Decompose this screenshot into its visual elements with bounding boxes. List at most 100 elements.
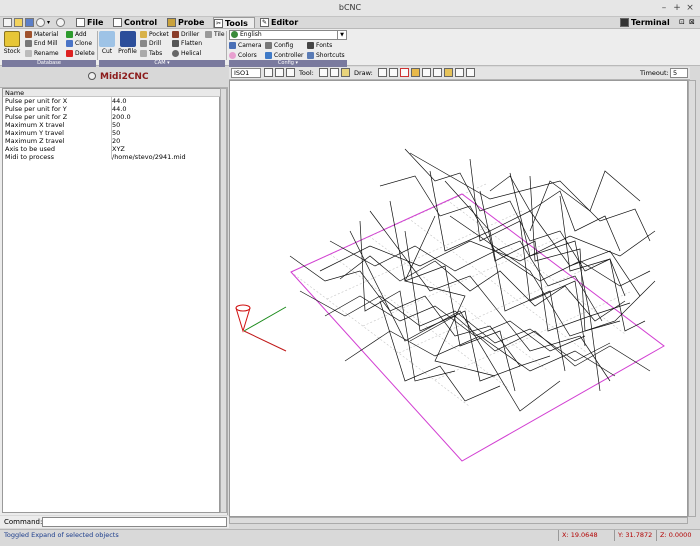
flatten-icon [172,40,179,47]
draw-grid-icon[interactable] [389,68,398,77]
canvas-vertical-scrollbar[interactable] [688,80,696,517]
ruler-icon[interactable] [341,68,350,77]
tab-control[interactable]: Control [113,17,157,28]
control-icon [113,18,122,27]
ribbon: Stock Material End Mill Rename Add Clone… [0,28,700,67]
command-input[interactable] [42,517,227,527]
tab-file[interactable]: File [76,17,103,28]
select-cursor-icon[interactable] [319,68,328,77]
draw-paths-icon[interactable] [444,68,453,77]
table-row[interactable]: Pulse per unit for Y 44.0 [3,105,221,113]
zoom-out-icon[interactable] [275,68,284,77]
tabs-icon [140,50,147,57]
table-row[interactable]: Axis to be used XYZ [3,145,221,153]
colors-icon [229,52,236,59]
close-pane-icon[interactable]: ⊠ [689,18,698,27]
camera-icon [229,42,236,49]
config-icon [265,42,272,49]
pan-icon[interactable] [330,68,339,77]
delete-button[interactable]: Delete [66,49,95,58]
z-coordinate: Z: 0.0000 [656,530,700,541]
zoom-in-icon[interactable] [264,68,273,77]
terminal-button[interactable]: Terminal [620,17,670,28]
terminal-icon [620,18,629,27]
cut-icon [99,31,115,47]
controller-button[interactable]: Controller [265,51,304,60]
flatten-button[interactable]: Flatten [172,39,202,48]
helical-icon [172,50,179,57]
config-button[interactable]: Config [265,41,293,50]
stock-icon [4,31,20,47]
ribbon-separator [226,31,227,60]
redo-icon[interactable] [56,18,65,27]
material-button[interactable]: Material [25,30,58,39]
add-button[interactable]: Add [66,30,87,39]
toolpath-lines [289,148,656,412]
close-icon[interactable]: × [684,2,696,14]
table-row[interactable]: Pulse per unit for Z 200.0 [3,113,221,121]
table-row[interactable]: Maximum Y travel 50 [3,129,221,137]
table-row[interactable]: Midi to process/home/stevo/2941.mid [3,153,221,161]
draw-probe-icon[interactable] [411,68,420,77]
canvas-horizontal-scrollbar[interactable] [229,517,688,524]
draw-margin-icon[interactable] [400,68,409,77]
draw-workarea-icon[interactable] [422,68,431,77]
cut-button[interactable]: Cut [99,31,115,55]
driller-button[interactable]: Driller [172,30,199,39]
endmill-button[interactable]: End Mill [25,39,58,48]
clone-button[interactable]: Clone [66,39,92,48]
open-file-icon[interactable] [14,18,23,27]
draw-image-icon[interactable] [466,68,475,77]
ribbon-separator [97,31,98,60]
view-select[interactable]: ISO1 [231,68,261,78]
undo-dropdown-icon[interactable]: ▾ [47,18,56,27]
tabs-button[interactable]: Tabs [140,49,162,58]
helical-button[interactable]: Helical [172,49,201,58]
colors-button[interactable]: Colors [229,51,257,60]
draw-rapid-icon[interactable] [433,68,442,77]
drill-button[interactable]: Drill [140,39,161,48]
probe-icon [167,18,176,27]
shortcuts-icon [307,52,314,59]
menu-bar: ▾ File Control Probe ✂ Tools ✎ Editor Term… [0,17,700,28]
maximize-icon[interactable]: + [671,2,683,14]
timeout-input[interactable]: 5 [670,68,688,78]
table-row[interactable]: Maximum Z travel 20 [3,137,221,145]
draw-axes-icon[interactable] [378,68,387,77]
save-icon[interactable] [25,18,34,27]
tile-icon [205,31,212,38]
profile-icon [119,31,136,47]
table-header: Name [3,89,221,97]
maximize-pane-icon[interactable]: ⊡ [679,18,688,27]
new-file-icon[interactable] [3,18,12,27]
file-icon [76,18,85,27]
fonts-button[interactable]: Fonts [307,41,332,50]
rename-button[interactable]: Rename [25,49,59,58]
tab-tools[interactable]: ✂ Tools [213,17,255,28]
minimize-icon[interactable]: – [658,2,670,14]
command-label: Command: [4,518,43,526]
profile-button[interactable]: Profile [117,31,138,55]
tab-probe[interactable]: Probe [167,17,204,28]
table-row[interactable]: Pulse per unit for X 44.0 [3,97,221,105]
undo-icon[interactable] [36,18,45,27]
x-coordinate: X: 19.0648 [558,530,614,541]
table-row[interactable]: Maximum X travel 50 [3,121,221,129]
camera-button[interactable]: Camera [229,41,262,50]
language-select[interactable]: English ▼ [229,30,347,40]
panel-title: Midi2CNC [100,72,149,82]
tool-panel: Midi2CNC Name Pulse per unit for X 44.0 P… [0,67,228,515]
panel-scrollbar[interactable] [220,88,227,513]
tool-label: Tool: [299,69,314,77]
draw-camera-icon[interactable] [455,68,464,77]
timeout-label: Timeout: [640,69,669,77]
tool-marker-icon [235,304,251,333]
shortcuts-button[interactable]: Shortcuts [307,51,345,60]
zoom-fit-icon[interactable] [286,68,295,77]
stock-button[interactable]: Stock [3,31,21,55]
pocket-button[interactable]: Pocket [140,30,169,39]
tile-button[interactable]: Tile [205,30,225,39]
tab-editor[interactable]: ✎ Editor [260,17,298,28]
property-table[interactable]: Name Pulse per unit for X 44.0 Pulse per … [2,88,221,513]
gcode-canvas[interactable] [229,80,688,517]
